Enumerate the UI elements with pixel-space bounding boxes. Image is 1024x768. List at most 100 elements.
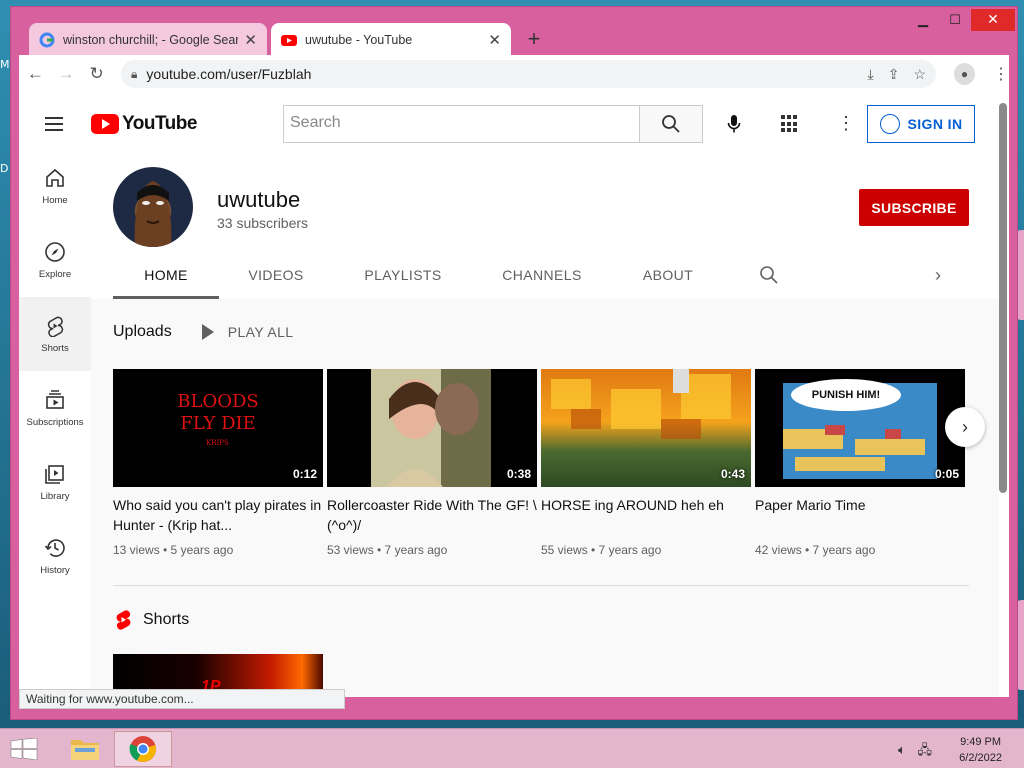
video-card[interactable]: BLOODS FLY DIE KRIPS 0:12 Who said you c… [113, 369, 323, 557]
back-icon[interactable]: ← [21, 59, 50, 89]
address-bar[interactable]: 🔒︎ youtube.com/user/Fuzblah ⤓ ⇪ ☆ [121, 60, 936, 88]
sidebar-label: Home [42, 194, 68, 206]
new-tab-button[interactable]: + [521, 27, 547, 53]
video-title[interactable]: HORSE ing AROUND heh eh [541, 495, 751, 535]
search-button[interactable] [639, 105, 703, 143]
sidebar-label: Explore [38, 268, 72, 280]
reload-icon[interactable]: ↻ [82, 59, 111, 89]
tab-playlists[interactable]: PLAYLISTS [333, 257, 473, 299]
video-meta: 53 views • 7 years ago [327, 543, 448, 557]
sidebar-label: Library [40, 490, 70, 502]
folder-icon [71, 740, 99, 760]
video-duration: 0:05 [934, 467, 959, 481]
chevron-right-icon[interactable]: › [935, 265, 941, 286]
section-divider [113, 585, 969, 586]
clock-time: 9:49 PM [960, 736, 1002, 748]
video-meta: 55 views • 7 years ago [541, 543, 662, 557]
yt-sidebar: Home Explore Shorts Subscriptions Librar… [19, 149, 91, 697]
share-icon[interactable]: ⇪ [888, 66, 900, 83]
play-all-label: PLAY ALL [227, 324, 294, 340]
sidebar-item-subscriptions[interactable]: Subscriptions [19, 371, 91, 445]
sidebar-item-history[interactable]: History [19, 519, 91, 593]
tab-close-icon[interactable]: ✕ [244, 31, 257, 49]
browser-menu-icon[interactable]: ⋮ [993, 64, 1009, 84]
sidebar-label: Subscriptions [26, 416, 84, 428]
home-icon [46, 168, 64, 187]
library-icon [45, 464, 64, 484]
shorts-logo-icon [116, 610, 131, 630]
search-input[interactable]: Search [283, 105, 639, 143]
video-thumbnail[interactable]: 0:43 [541, 369, 751, 487]
sidebar-item-home[interactable]: Home [19, 149, 91, 223]
tab-channels[interactable]: CHANNELS [473, 257, 611, 299]
profile-icon[interactable]: ● [954, 63, 976, 85]
taskbar-file-explorer[interactable] [56, 731, 114, 767]
taskbar-clock[interactable]: 9:49 PM 6/2/2022 [959, 734, 1002, 766]
url-text: youtube.com/user/Fuzblah [146, 66, 312, 82]
network-icon[interactable]: 🖧 [917, 742, 932, 757]
account-icon [879, 114, 900, 134]
video-meta: 13 views • 5 years ago [113, 543, 234, 557]
sidebar-item-library[interactable]: Library [19, 445, 91, 519]
channel-avatar[interactable] [113, 167, 193, 247]
channel-search-icon[interactable] [759, 265, 779, 285]
youtube-logo[interactable]: YouTube [91, 113, 197, 135]
compass-icon [45, 241, 65, 262]
menu-icon[interactable] [45, 117, 63, 135]
uploads-title: Uploads [113, 323, 172, 340]
carousel-next-button[interactable]: › [945, 407, 985, 447]
play-icon [201, 324, 214, 340]
video-duration: 0:12 [292, 467, 317, 481]
voice-search-button[interactable] [717, 107, 751, 141]
chrome-icon [129, 736, 156, 762]
video-card[interactable]: 0:38 Rollercoaster Ride With The GF! \(^… [327, 369, 537, 557]
tab-title: uwutube - YouTube [305, 33, 413, 47]
subscribe-button[interactable]: SUBSCRIBE [859, 189, 969, 226]
video-thumbnail[interactable]: 0:38 [327, 369, 537, 487]
tab-bar: winston churchill; - Google Search ✕ uwu… [19, 21, 999, 57]
thumbnail-subtext: KRIPS [206, 439, 229, 447]
google-icon [39, 32, 55, 48]
subscriptions-icon [46, 389, 64, 409]
sign-in-button[interactable]: SIGN IN [867, 105, 975, 143]
bookmark-star-icon[interactable]: ☆ [913, 66, 926, 83]
install-icon[interactable]: ⤓ [868, 66, 874, 83]
volume-muted-icon[interactable]: 🔈︎ [898, 742, 906, 757]
clock-date: 6/2/2022 [959, 752, 1002, 764]
windows-start-icon[interactable] [10, 738, 38, 760]
sidebar-item-shorts[interactable]: Shorts [19, 297, 91, 371]
video-title[interactable]: Who said you can't play pirates in Hunte… [113, 495, 323, 535]
sign-in-label: SIGN IN [907, 116, 963, 132]
apps-grid-icon[interactable] [781, 115, 799, 133]
video-card[interactable]: PUNISH HIM! 0:05 Paper Mario Time 42 vie… [755, 369, 965, 557]
desktop-icon-edge: D [0, 162, 9, 175]
tab-youtube[interactable]: uwutube - YouTube ✕ [271, 23, 511, 57]
channel-main: uwutube 33 subscribers SUBSCRIBE HOME VI… [91, 149, 999, 697]
tab-about[interactable]: ABOUT [611, 257, 725, 299]
tab-close-icon[interactable]: ✕ [488, 31, 501, 49]
sidebar-item-explore[interactable]: Explore [19, 223, 91, 297]
video-thumbnail[interactable]: PUNISH HIM! 0:05 [755, 369, 965, 487]
play-all-button[interactable]: PLAY ALL [201, 324, 294, 340]
lock-icon: 🔒︎ [131, 66, 138, 81]
forward-icon[interactable]: → [52, 59, 81, 89]
video-thumbnail[interactable]: BLOODS FLY DIE KRIPS 0:12 [113, 369, 323, 487]
tab-title: winston churchill; - Google Search [63, 33, 239, 47]
video-card[interactable]: 0:43 HORSE ing AROUND heh eh 55 views • … [541, 369, 751, 557]
tab-home[interactable]: HOME [113, 257, 219, 299]
shorts-icon [47, 316, 64, 337]
tab-google-search[interactable]: winston churchill; - Google Search ✕ [29, 23, 267, 57]
shorts-title: Shorts [143, 611, 190, 628]
channel-header: uwutube 33 subscribers SUBSCRIBE HOME VI… [91, 149, 999, 299]
taskbar-chrome[interactable] [114, 731, 172, 767]
video-duration: 0:38 [506, 467, 531, 481]
page-scrollbar[interactable] [999, 103, 1007, 493]
tab-videos[interactable]: VIDEOS [219, 257, 333, 299]
channel-tabs: HOME VIDEOS PLAYLISTS CHANNELS ABOUT [113, 257, 725, 299]
video-title[interactable]: Paper Mario Time [755, 495, 965, 535]
settings-menu-icon[interactable]: ⋮ [837, 113, 855, 134]
sidebar-label: History [40, 564, 70, 576]
thumbnail-image [551, 369, 731, 439]
video-title[interactable]: Rollercoaster Ride With The GF! \(^o^)/ [327, 495, 537, 535]
microphone-icon [727, 115, 741, 133]
